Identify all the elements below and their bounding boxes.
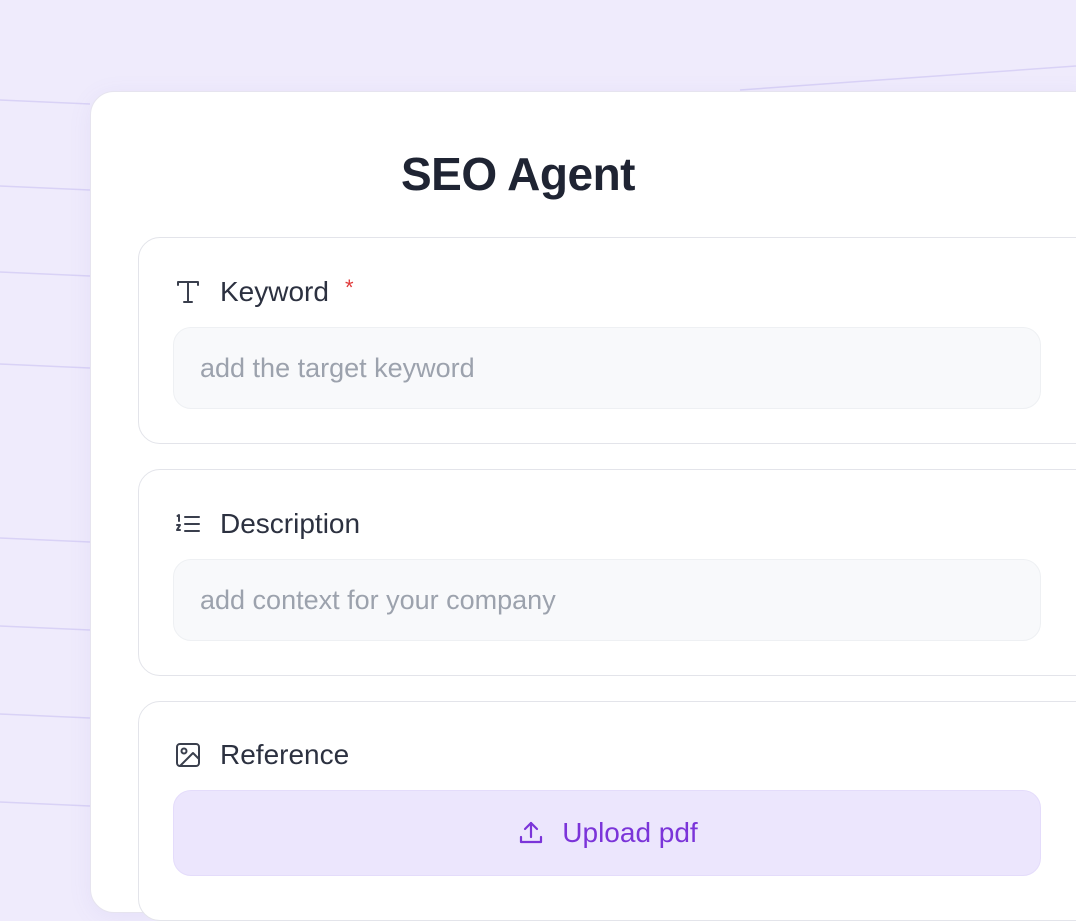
keyword-section: Keyword * [138,237,1076,444]
reference-header: Reference [173,735,349,775]
description-label: Description [220,508,361,539]
required-indicator: * [344,275,354,300]
description-input[interactable] [173,559,1041,641]
list-icon [173,509,203,539]
keyword-label: Keyword [220,276,329,307]
text-icon [173,277,203,307]
keyword-header: Keyword * [173,272,354,312]
image-icon [173,740,203,770]
reference-label: Reference [220,739,350,770]
upload-pdf-button[interactable]: Upload pdf [173,790,1041,876]
description-header: Description [173,504,360,544]
reference-section: Reference Upload pdf [138,701,1076,921]
upload-icon [516,818,546,848]
description-section: Description [138,469,1076,676]
upload-pdf-label: Upload pdf [562,817,698,848]
page-title: SEO Agent [400,148,636,200]
keyword-input[interactable] [173,327,1041,409]
